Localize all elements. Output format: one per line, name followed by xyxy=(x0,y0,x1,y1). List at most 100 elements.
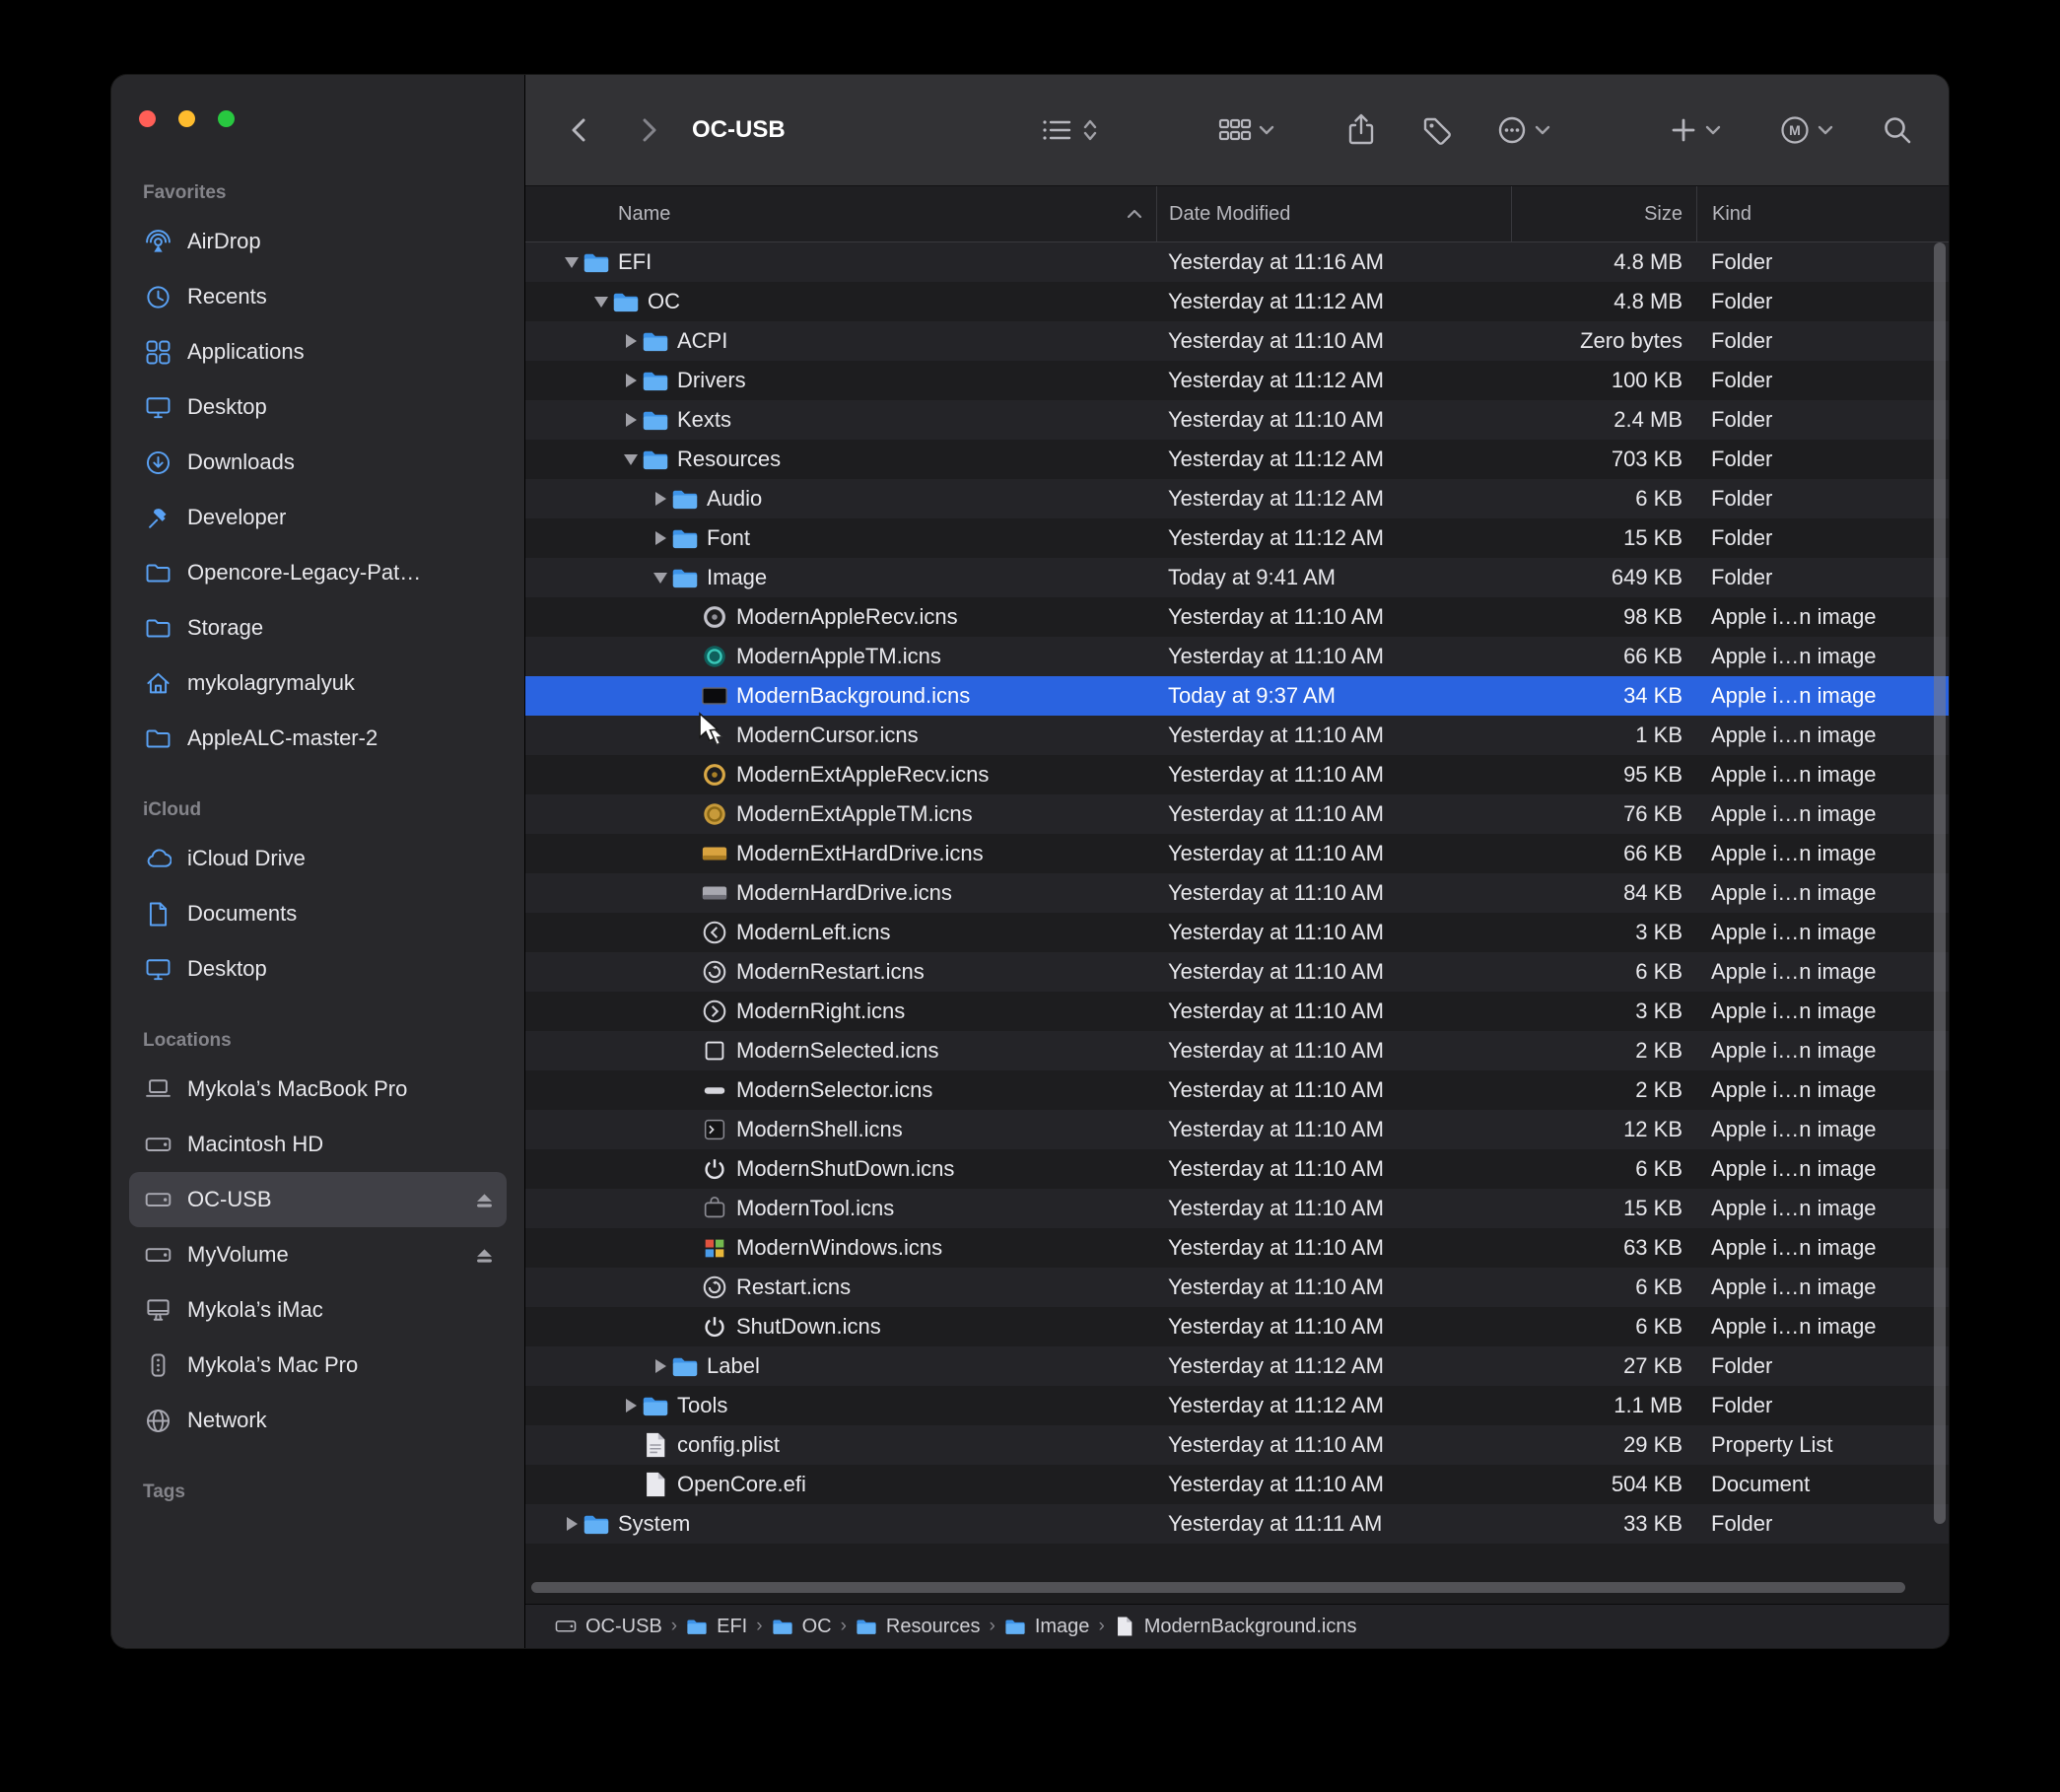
table-row[interactable]: ResourcesYesterday at 11:12 AM703 KBFold… xyxy=(525,440,1949,479)
sidebar-item-mykola-s-imac[interactable]: Mykola’s iMac xyxy=(129,1282,507,1338)
cell-name: ModernWindows.icns xyxy=(525,1228,1156,1268)
path-item-oc[interactable]: OC xyxy=(772,1616,832,1638)
indent-spacer xyxy=(525,262,561,263)
forward-button[interactable] xyxy=(636,115,661,145)
table-row[interactable]: ModernAppleRecv.icnsYesterday at 11:10 A… xyxy=(525,597,1949,637)
table-row[interactable]: AudioYesterday at 11:12 AM6 KBFolder xyxy=(525,479,1949,518)
sidebar-item-airdrop[interactable]: AirDrop xyxy=(129,214,507,269)
table-row[interactable]: LabelYesterday at 11:12 AM27 KBFolder xyxy=(525,1346,1949,1386)
new-item-button[interactable] xyxy=(1669,115,1721,145)
sidebar-item-documents[interactable]: Documents xyxy=(129,886,507,941)
share-button[interactable] xyxy=(1345,113,1377,147)
sidebar-item-desktop[interactable]: Desktop xyxy=(129,941,507,997)
table-row[interactable]: ModernExtAppleRecv.icnsYesterday at 11:1… xyxy=(525,755,1949,794)
table-row[interactable]: ImageToday at 9:41 AM649 KBFolder xyxy=(525,558,1949,597)
zoom-button[interactable] xyxy=(218,110,235,127)
disclosure-box[interactable] xyxy=(620,374,642,387)
disclosure-box[interactable] xyxy=(561,1517,583,1531)
cell-size: 15 KB xyxy=(1511,1189,1696,1228)
disclosure-box[interactable] xyxy=(620,413,642,427)
sidebar-section-label: iCloud xyxy=(129,799,507,821)
cell-name: Audio xyxy=(525,479,1156,518)
horizontal-scrollbar[interactable] xyxy=(531,1582,1905,1593)
sidebar-item-applealc-master-2[interactable]: AppleALC-master-2 xyxy=(129,711,507,766)
sidebar-item-recents[interactable]: Recents xyxy=(129,269,507,324)
table-row[interactable]: ModernCursor.icnsYesterday at 11:10 AM1 … xyxy=(525,716,1949,755)
disclosure-box[interactable] xyxy=(620,334,642,348)
table-row[interactable]: ModernShell.icnsYesterday at 11:10 AM12 … xyxy=(525,1110,1949,1149)
path-item-image[interactable]: Image xyxy=(1004,1616,1090,1638)
disclosure-box[interactable] xyxy=(620,454,642,465)
path-item-efi[interactable]: EFI xyxy=(686,1616,747,1638)
disclosure-box[interactable] xyxy=(650,1359,671,1373)
vertical-scrollbar[interactable] xyxy=(1934,242,1946,1524)
table-row[interactable]: ModernShutDown.icnsYesterday at 11:10 AM… xyxy=(525,1149,1949,1189)
disclosure-box[interactable] xyxy=(561,257,583,268)
sidebar-item-oc-usb[interactable]: OC-USB xyxy=(129,1172,507,1227)
table-row[interactable]: ShutDown.icnsYesterday at 11:10 AM6 KBAp… xyxy=(525,1307,1949,1346)
search-button[interactable] xyxy=(1882,114,1913,146)
table-row[interactable]: ModernHardDrive.icnsYesterday at 11:10 A… xyxy=(525,873,1949,913)
path-item-oc-usb[interactable]: OC-USB xyxy=(555,1616,662,1638)
table-row[interactable]: ModernSelector.icnsYesterday at 11:10 AM… xyxy=(525,1070,1949,1110)
sidebar-item-icloud-drive[interactable]: iCloud Drive xyxy=(129,831,507,886)
disclosure-box[interactable] xyxy=(650,531,671,545)
disclosure-box[interactable] xyxy=(650,492,671,506)
table-row[interactable]: DriversYesterday at 11:12 AM100 KBFolder xyxy=(525,361,1949,400)
disclosure-box[interactable] xyxy=(650,573,671,584)
column-header-date-modified[interactable]: Date Modified xyxy=(1156,186,1511,241)
sidebar-item-storage[interactable]: Storage xyxy=(129,600,507,655)
path-item-resources[interactable]: Resources xyxy=(856,1616,981,1638)
sidebar-item-developer[interactable]: Developer xyxy=(129,490,507,545)
column-header-size[interactable]: Size xyxy=(1511,186,1696,241)
more-actions-button[interactable] xyxy=(1496,114,1550,146)
column-header-kind[interactable]: Kind xyxy=(1696,186,1949,241)
sidebar-item-label: Mykola’s iMac xyxy=(187,1297,323,1323)
table-row[interactable]: ModernAppleTM.icnsYesterday at 11:10 AM6… xyxy=(525,637,1949,676)
table-row[interactable]: FontYesterday at 11:12 AM15 KBFolder xyxy=(525,518,1949,558)
table-row[interactable]: ModernSelected.icnsYesterday at 11:10 AM… xyxy=(525,1031,1949,1070)
account-menu-button[interactable]: M xyxy=(1779,114,1833,146)
eject-icon[interactable] xyxy=(474,1191,495,1209)
cell-size: 98 KB xyxy=(1511,597,1696,637)
group-button[interactable] xyxy=(1218,115,1274,145)
table-row[interactable]: ACPIYesterday at 11:10 AMZero bytesFolde… xyxy=(525,321,1949,361)
table-row[interactable]: OCYesterday at 11:12 AM4.8 MBFolder xyxy=(525,282,1949,321)
table-row[interactable]: ModernTool.icnsYesterday at 11:10 AM15 K… xyxy=(525,1189,1949,1228)
table-row[interactable]: ToolsYesterday at 11:12 AM1.1 MBFolder xyxy=(525,1386,1949,1425)
table-row[interactable]: OpenCore.efiYesterday at 11:10 AM504 KBD… xyxy=(525,1465,1949,1504)
sidebar-item-mykolagrymalyuk[interactable]: mykolagrymalyuk xyxy=(129,655,507,711)
table-row[interactable]: ModernRestart.icnsYesterday at 11:10 AM6… xyxy=(525,952,1949,992)
table-row[interactable]: ModernRight.icnsYesterday at 11:10 AM3 K… xyxy=(525,992,1949,1031)
sidebar-item-applications[interactable]: Applications xyxy=(129,324,507,379)
sidebar-item-downloads[interactable]: Downloads xyxy=(129,435,507,490)
table-row[interactable]: KextsYesterday at 11:10 AM2.4 MBFolder xyxy=(525,400,1949,440)
table-row[interactable]: EFIYesterday at 11:16 AM4.8 MBFolder xyxy=(525,242,1949,282)
table-row[interactable]: ModernExtHardDrive.icnsYesterday at 11:1… xyxy=(525,834,1949,873)
path-item-modernbackground-icns[interactable]: ModernBackground.icns xyxy=(1114,1616,1357,1638)
cell-kind: Folder xyxy=(1696,558,1949,597)
table-row[interactable]: SystemYesterday at 11:11 AM33 KBFolder xyxy=(525,1504,1949,1544)
sidebar-item-macintosh-hd[interactable]: Macintosh HD xyxy=(129,1117,507,1172)
disclosure-box[interactable] xyxy=(620,1399,642,1413)
disclosure-box[interactable] xyxy=(590,297,612,308)
table-row[interactable]: config.plistYesterday at 11:10 AM29 KBPr… xyxy=(525,1425,1949,1465)
back-button[interactable] xyxy=(567,115,592,145)
table-row[interactable]: ModernWindows.icnsYesterday at 11:10 AM6… xyxy=(525,1228,1949,1268)
sidebar-item-desktop[interactable]: Desktop xyxy=(129,379,507,435)
view-mode-button[interactable] xyxy=(1040,115,1100,145)
close-button[interactable] xyxy=(139,110,156,127)
sidebar-item-myvolume[interactable]: MyVolume xyxy=(129,1227,507,1282)
table-row[interactable]: ModernLeft.icnsYesterday at 11:10 AM3 KB… xyxy=(525,913,1949,952)
sidebar-item-network[interactable]: Network xyxy=(129,1393,507,1448)
table-row[interactable]: Restart.icnsYesterday at 11:10 AM6 KBApp… xyxy=(525,1268,1949,1307)
table-row[interactable]: ModernBackground.icnsToday at 9:37 AM34 … xyxy=(525,676,1949,716)
sidebar-item-mykola-s-mac-pro[interactable]: Mykola’s Mac Pro xyxy=(129,1338,507,1393)
column-header-name[interactable]: Name xyxy=(525,186,1156,241)
sidebar-item-mykola-s-macbook-pro[interactable]: Mykola’s MacBook Pro xyxy=(129,1062,507,1117)
table-row[interactable]: ModernExtAppleTM.icnsYesterday at 11:10 … xyxy=(525,794,1949,834)
tag-button[interactable] xyxy=(1421,114,1453,146)
eject-icon[interactable] xyxy=(474,1246,495,1265)
sidebar-item-opencore-legacy-pat[interactable]: Opencore-Legacy-Pat… xyxy=(129,545,507,600)
minimize-button[interactable] xyxy=(178,110,195,127)
